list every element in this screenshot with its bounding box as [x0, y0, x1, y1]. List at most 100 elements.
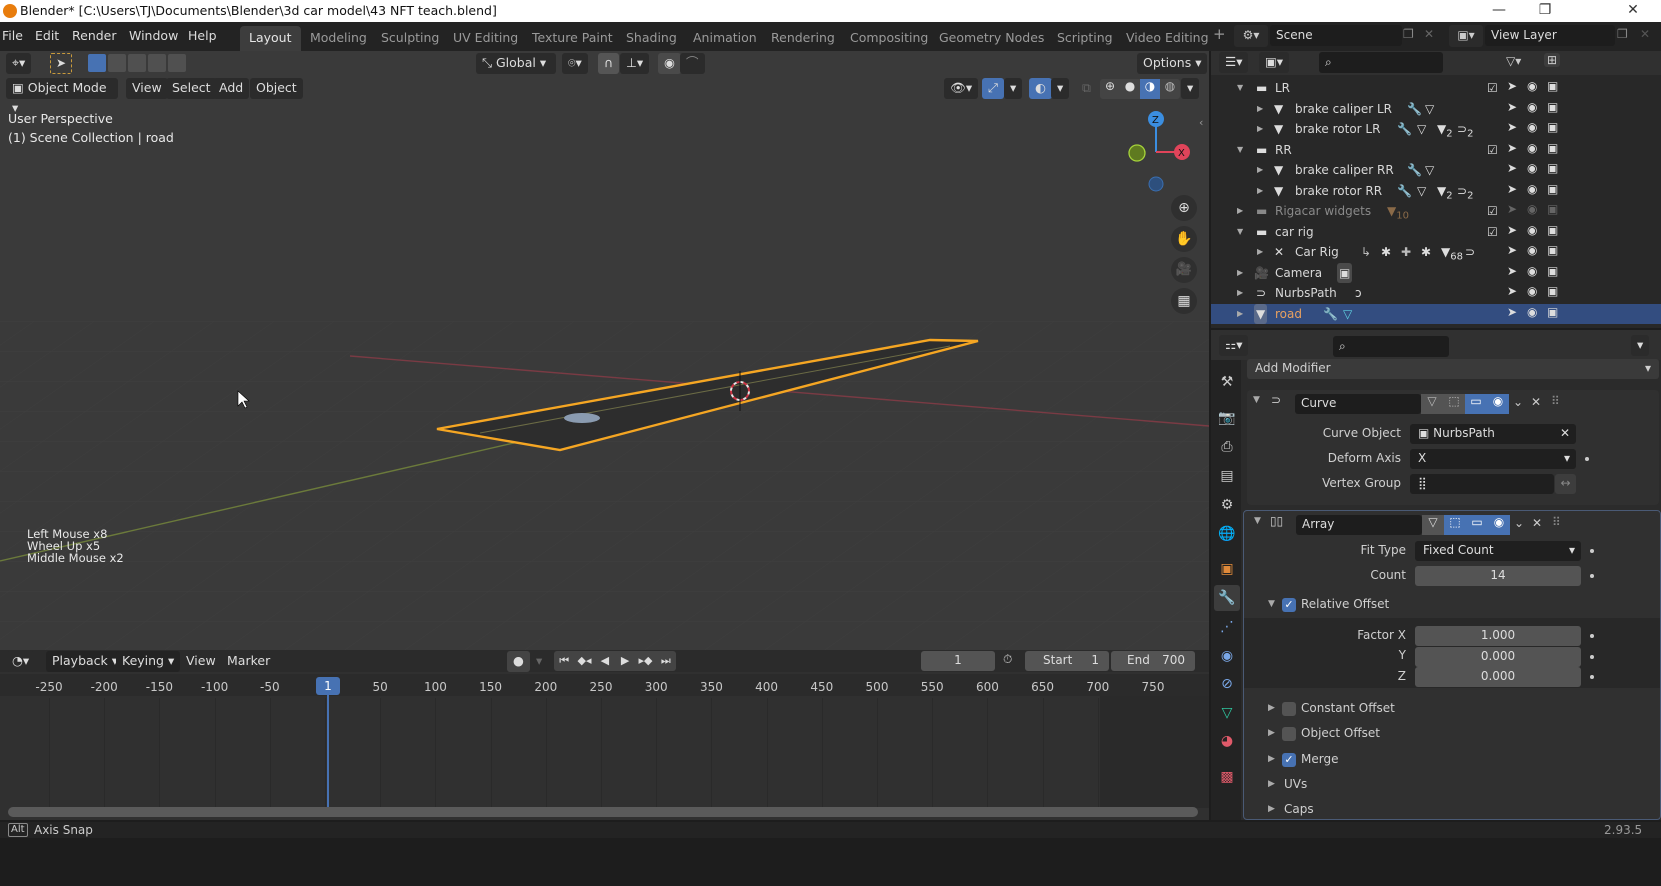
- camera-render-icon[interactable]: ▣: [1547, 79, 1558, 93]
- checkbox-icon[interactable]: ☑: [1487, 78, 1498, 98]
- tab-sculpting[interactable]: Sculpting: [372, 26, 448, 51]
- minimize-button[interactable]: —: [1476, 0, 1522, 22]
- expand-arrow-icon[interactable]: ▶: [1268, 779, 1275, 789]
- viewport-display-icon[interactable]: ▭: [1466, 515, 1488, 535]
- drag-handle-icon[interactable]: ⠿: [1551, 394, 1560, 408]
- end-frame-field[interactable]: End 700: [1111, 651, 1195, 671]
- current-frame-field[interactable]: 1: [921, 651, 995, 671]
- edit-mode-icon[interactable]: ⬚: [1444, 515, 1466, 535]
- tab-uv-editing[interactable]: UV Editing: [444, 26, 527, 51]
- tool-tab[interactable]: ⚒: [1214, 369, 1240, 395]
- deform-axis-dropdown[interactable]: X ▾: [1410, 449, 1576, 469]
- expand-arrow-icon[interactable]: ▶: [1268, 754, 1275, 764]
- expand-arrow-icon[interactable]: ▼: [1237, 222, 1243, 242]
- eye-icon[interactable]: ◉: [1527, 284, 1537, 298]
- render-display-icon[interactable]: ◉: [1488, 515, 1510, 535]
- play-reverse-icon[interactable]: ◀: [595, 651, 615, 671]
- proportional-editing-toggle[interactable]: ◉: [658, 53, 681, 74]
- editor-type-button[interactable]: ◔▾: [6, 651, 36, 672]
- eye-icon[interactable]: ◉: [1527, 141, 1537, 155]
- mode-dropdown[interactable]: ▣ Object Mode ▾: [6, 78, 118, 115]
- xray-toggle[interactable]: ⧉: [1076, 78, 1097, 99]
- timeline-menu-view[interactable]: View: [180, 651, 222, 672]
- outliner-row[interactable]: ▶ ▼ brake caliper LR 🔧 ▽: [1211, 99, 1661, 120]
- snap-target-dropdown[interactable]: ⊥▾: [620, 53, 650, 74]
- proportional-falloff-dropdown[interactable]: ⌒: [680, 53, 705, 74]
- select-arrow-icon[interactable]: ➤: [1507, 223, 1517, 237]
- play-icon[interactable]: ▶: [615, 651, 635, 671]
- editor-type-button[interactable]: ⌖▾: [6, 53, 32, 74]
- viewport-display-icon[interactable]: ▭: [1465, 394, 1487, 414]
- tab-video-editing[interactable]: Video Editing: [1117, 26, 1218, 51]
- auto-keying-toggle[interactable]: ●: [507, 651, 530, 672]
- eye-icon[interactable]: ◉: [1527, 223, 1537, 237]
- menu-help[interactable]: Help: [188, 28, 217, 43]
- checkbox-icon[interactable]: ☑: [1487, 222, 1498, 242]
- tab-geometry-nodes[interactable]: Geometry Nodes: [930, 26, 1053, 51]
- sidebar-toggle-icon[interactable]: ‹: [1199, 116, 1203, 129]
- outliner-search-input[interactable]: ⌕: [1319, 52, 1443, 73]
- select-extend-icon[interactable]: [108, 54, 126, 72]
- select-arrow-icon[interactable]: ➤: [1507, 305, 1517, 319]
- delete-modifier-icon[interactable]: ✕: [1532, 516, 1542, 530]
- select-arrow-icon[interactable]: ➤: [1507, 202, 1517, 216]
- constraints-tab[interactable]: ⊘: [1214, 671, 1240, 697]
- 3d-viewport[interactable]: Z X ⌖▾ ➤ ⤡ Global ▾ ⌾▾ ∩ ⊥▾ ◉ ⌒ Options …: [0, 51, 1209, 684]
- tab-layout[interactable]: Layout: [240, 26, 301, 51]
- camera-render-icon[interactable]: ▣: [1547, 243, 1558, 257]
- viewport-menu-object[interactable]: Object: [250, 78, 303, 99]
- eye-icon[interactable]: ◉: [1527, 161, 1537, 175]
- factor-z-field[interactable]: 0.000: [1415, 667, 1581, 687]
- outliner-row[interactable]: ▶ ▬ Rigacar widgets ▼10 ☑: [1211, 201, 1661, 222]
- collapse-arrow-icon[interactable]: ▼: [1254, 516, 1261, 526]
- vertex-group-field[interactable]: ⣿: [1410, 474, 1554, 494]
- playhead-line[interactable]: [327, 684, 329, 808]
- object-offset-checkbox[interactable]: [1282, 727, 1296, 741]
- expand-arrow-icon[interactable]: ▶: [1268, 804, 1275, 814]
- expand-arrow-icon[interactable]: ▶: [1257, 242, 1263, 262]
- particles-tab[interactable]: ⋰: [1214, 614, 1240, 640]
- modifier-name-field[interactable]: Array: [1296, 515, 1422, 535]
- gizmo-dropdown[interactable]: ▾: [1004, 78, 1023, 99]
- modifier-name-field[interactable]: Curve: [1295, 394, 1421, 414]
- expand-arrow-icon[interactable]: ▶: [1257, 99, 1263, 119]
- gizmo-y-axis[interactable]: [1128, 144, 1146, 162]
- display-mode-dropdown[interactable]: ☰▾: [1219, 52, 1249, 73]
- keyframe-area[interactable]: [0, 696, 1209, 808]
- keyframe-dot[interactable]: [1590, 675, 1594, 679]
- filter-icon[interactable]: ▽▾: [1506, 54, 1521, 68]
- delete-modifier-icon[interactable]: ✕: [1531, 395, 1541, 409]
- camera-render-icon[interactable]: ▣: [1547, 305, 1558, 319]
- clear-icon[interactable]: ✕: [1560, 424, 1570, 443]
- invert-vertex-group-button[interactable]: ↔: [1555, 474, 1576, 494]
- camera-render-icon[interactable]: ▣: [1547, 141, 1558, 155]
- uvs-subpanel-label[interactable]: UVs: [1284, 777, 1307, 791]
- overlays-dropdown[interactable]: ▾: [1051, 78, 1070, 99]
- eye-icon[interactable]: ◉: [1527, 79, 1537, 93]
- menu-edit[interactable]: Edit: [35, 28, 59, 43]
- camera-render-icon[interactable]: ▣: [1547, 202, 1558, 216]
- texture-tab[interactable]: ▩: [1214, 764, 1240, 790]
- scene-tab[interactable]: ⚙: [1214, 492, 1240, 518]
- eye-icon[interactable]: ◉: [1527, 264, 1537, 278]
- add-modifier-dropdown[interactable]: Add Modifier ▾: [1247, 359, 1659, 379]
- select-subtract-icon[interactable]: [128, 54, 146, 72]
- start-frame-field[interactable]: Start 1: [1025, 651, 1109, 671]
- data-tab[interactable]: ▽: [1214, 700, 1240, 726]
- outliner-row[interactable]: ▶ 🎥 Camera ▣: [1211, 262, 1661, 284]
- menu-render[interactable]: Render: [72, 28, 117, 43]
- select-arrow-icon[interactable]: ➤: [1507, 182, 1517, 196]
- properties-options-dropdown[interactable]: ▾: [1631, 335, 1650, 356]
- camera-render-icon[interactable]: ▣: [1547, 100, 1558, 114]
- camera-render-icon[interactable]: ▣: [1547, 161, 1558, 175]
- expand-arrow-icon[interactable]: ▼: [1237, 140, 1243, 160]
- keyframe-dot[interactable]: [1590, 634, 1594, 638]
- tab-scripting[interactable]: Scripting: [1048, 26, 1122, 51]
- scene-selector-icon[interactable]: ⚙▾: [1234, 25, 1268, 47]
- expand-arrow-icon[interactable]: ▶: [1237, 304, 1243, 324]
- select-arrow-icon[interactable]: ➤: [1507, 264, 1517, 278]
- horizontal-scrollbar[interactable]: [8, 807, 1198, 817]
- viewport-menu-add[interactable]: Add: [213, 78, 250, 99]
- select-arrow-icon[interactable]: ➤: [1507, 120, 1517, 134]
- timeline-menu-marker[interactable]: Marker: [221, 651, 276, 672]
